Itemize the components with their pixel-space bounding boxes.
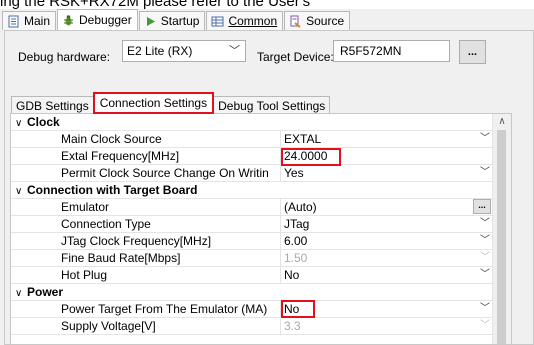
category-power-title: Power [27, 285, 64, 299]
play-icon [144, 15, 157, 28]
category-power[interactable]: ∨ Power [11, 284, 493, 301]
tab-source-label: Source [306, 14, 345, 28]
property-name: Connection Type [61, 217, 151, 231]
chevron-down-icon[interactable]: ﹀ [479, 131, 491, 147]
category-connection-title: Connection with Target Board [27, 183, 198, 197]
property-name: Emulator [61, 200, 110, 214]
chevron-down-icon[interactable]: ∨ [15, 116, 27, 130]
property-name: Main Clock Source [61, 132, 162, 146]
scrollbar-thumb[interactable] [497, 130, 506, 344]
chevron-down-icon: ﹀ [480, 320, 490, 331]
sub-tab-bar: GDB Settings Connection Settings Debug T… [11, 92, 331, 114]
target-device-field[interactable]: R5F572MN [333, 40, 450, 62]
debug-hardware-select[interactable]: E2 Lite (RX) ﹀ [122, 40, 246, 62]
target-device-browse-button[interactable]: ... [459, 40, 486, 64]
property-name: Hot Plug [61, 268, 108, 282]
emulator-browse-button[interactable]: ... [473, 199, 491, 214]
tab-startup[interactable]: Startup [138, 11, 206, 30]
property-row-connection-type[interactable]: Connection Type JTag ﹀ [11, 216, 493, 233]
property-value[interactable]: 6.00 [284, 233, 307, 249]
debug-hardware-value: E2 Lite (RX) [127, 44, 193, 58]
tab-common[interactable]: Common [206, 11, 284, 30]
highlight-extal-frequency [281, 148, 341, 166]
property-value[interactable]: (Auto) [284, 199, 317, 215]
category-connection-with-target-board[interactable]: ∨ Connection with Target Board [11, 182, 493, 199]
bug-icon [62, 14, 75, 27]
chevron-down-icon[interactable]: ﹀ [479, 233, 491, 249]
chevron-down-icon[interactable]: ﹀ [479, 165, 491, 181]
property-row-extal-frequency[interactable]: Extal Frequency[MHz] 24.0000 [11, 148, 493, 165]
property-name: JTag Clock Frequency[MHz] [61, 234, 212, 248]
property-row-hot-plug[interactable]: Hot Plug No ﹀ [11, 267, 493, 284]
property-row-jtag-clock-frequency[interactable]: JTag Clock Frequency[MHz] 6.00 ﹀ [11, 233, 493, 250]
property-value: 1.50 [284, 251, 308, 265]
property-value[interactable]: EXTAL [284, 131, 321, 147]
target-device-label: Target Device: [257, 50, 334, 64]
tab-debugger[interactable]: Debugger [57, 9, 138, 30]
property-row-power-target-from-emulator[interactable]: Power Target From The Emulator (MA) No ﹀ [11, 301, 493, 318]
property-value[interactable]: Yes [284, 165, 304, 181]
main-tab-bar: Main Debugger Startup Common Source [2, 9, 351, 30]
property-row-permit-clock-source-change[interactable]: Permit Clock Source Change On Writin Yes… [11, 165, 493, 182]
property-value: 3.3 [284, 319, 301, 333]
tab-debugger-label: Debugger [79, 13, 132, 27]
property-row-main-clock-source[interactable]: Main Clock Source EXTAL ﹀ [11, 131, 493, 148]
property-row-fine-baud-rate[interactable]: Fine Baud Rate[Mbps] 1.50 ﹀ [11, 250, 493, 267]
property-value[interactable]: JTag [284, 216, 309, 232]
tab-gdb-settings[interactable]: GDB Settings [11, 96, 94, 114]
debug-hardware-label: Debug hardware: [18, 50, 111, 64]
chevron-down-icon[interactable]: ∨ [15, 184, 27, 198]
chevron-down-icon[interactable]: ∨ [15, 286, 27, 300]
chevron-down-icon: ﹀ [480, 252, 490, 263]
property-row-supply-voltage[interactable]: Supply Voltage[V] 3.3 ﹀ [11, 318, 493, 335]
tab-debug-tool-settings[interactable]: Debug Tool Settings [213, 96, 331, 114]
document-icon [7, 15, 20, 28]
tab-main[interactable]: Main [2, 11, 57, 30]
highlight-power-target [281, 300, 315, 318]
property-row-emulator[interactable]: Emulator (Auto) ... [11, 199, 493, 216]
category-clock-title: Clock [27, 115, 60, 129]
chevron-down-icon[interactable]: ﹀ [479, 301, 491, 317]
tab-connection-settings[interactable]: Connection Settings [92, 92, 215, 114]
tab-startup-label: Startup [160, 14, 200, 28]
tab-common-label: Common [228, 14, 278, 28]
scroll-up-icon[interactable]: ∧ [493, 116, 511, 127]
table-icon [211, 15, 224, 28]
property-name: Fine Baud Rate[Mbps] [61, 251, 181, 265]
property-name: Power Target From The Emulator (MA) [61, 302, 268, 316]
chevron-down-icon[interactable]: ﹀ [479, 216, 491, 232]
property-value[interactable]: No [284, 267, 299, 283]
tab-source[interactable]: Source [284, 11, 351, 30]
tab-main-label: Main [24, 14, 51, 28]
property-name: Permit Clock Source Change On Writin [61, 166, 269, 180]
chevron-down-icon: ﹀ [229, 45, 240, 57]
category-clock[interactable]: ∨ Clock [11, 114, 493, 131]
vertical-scrollbar[interactable]: ∧ [492, 114, 511, 344]
chevron-down-icon[interactable]: ﹀ [479, 267, 491, 283]
property-grid: ∨ Clock Main Clock Source EXTAL ﹀ Extal F… [10, 113, 512, 345]
property-name: Supply Voltage[V] [61, 319, 156, 333]
property-name: Extal Frequency[MHz] [61, 149, 180, 163]
source-lookup-icon [289, 15, 302, 28]
